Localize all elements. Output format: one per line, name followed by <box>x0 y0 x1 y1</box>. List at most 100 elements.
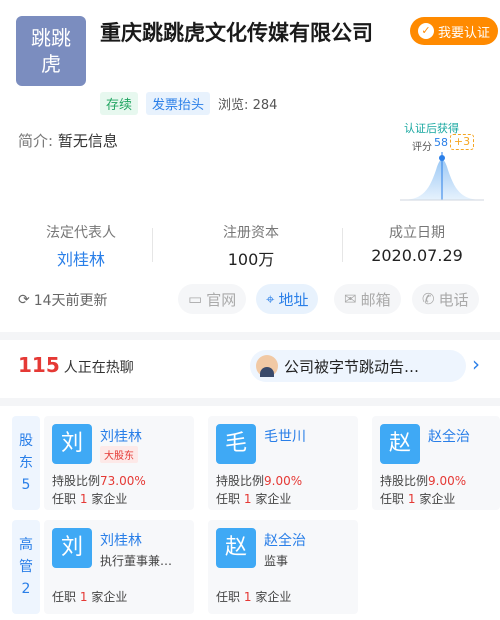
avatar <box>256 355 278 377</box>
phone-icon: ✆ <box>422 290 435 308</box>
person-name[interactable]: 赵全治 <box>428 426 470 446</box>
avatar: 赵 <box>380 424 420 464</box>
company-logo: 跳跳 虎 <box>16 16 86 86</box>
website-button[interactable]: ▭ 官网 <box>178 284 247 314</box>
shareholder-card[interactable]: 刘 刘桂林 大股东 持股比例73.00% 任职 1 家企业 <box>44 416 194 510</box>
divider <box>152 228 153 262</box>
job-prefix: 任职 <box>52 590 77 604</box>
update-text: 14天前更新 <box>33 293 108 309</box>
stat-value: 100万 <box>227 250 275 269</box>
company-intro: 简介: 暂无信息 <box>18 130 118 151</box>
job-suffix: 家企业 <box>255 492 292 506</box>
section-label-char: 东 <box>19 455 33 471</box>
update-info[interactable]: ⟳ 14天前更新 <box>18 290 108 310</box>
stat-value: 2020.07.29 <box>371 246 463 265</box>
stat-title: 法定代表人 <box>46 225 116 241</box>
established-date: 成立日期 2020.07.29 <box>352 222 482 265</box>
shareholders-section-label[interactable]: 股 东 5 <box>12 416 40 510</box>
person-role: 执行董事兼… <box>100 554 173 568</box>
person-name[interactable]: 刘桂林 <box>100 426 142 446</box>
legal-representative[interactable]: 法定代表人 刘桂林 <box>16 222 146 270</box>
mail-icon: ✉ <box>344 290 357 308</box>
score-bonus: +3 <box>450 134 474 150</box>
job-count-value: 1 <box>79 590 88 604</box>
section-count: 5 <box>21 477 31 493</box>
person-role: 监事 <box>264 554 289 568</box>
email-button[interactable]: ✉ 邮箱 <box>334 284 401 314</box>
checkmark-icon: ✓ <box>417 23 434 39</box>
score-card[interactable]: 认证后获得 评分 58 +3 <box>398 120 486 204</box>
manager-card[interactable]: 刘 刘桂林 执行董事兼… 任职 1 家企业 <box>44 520 194 614</box>
section-divider <box>0 398 500 406</box>
avatar: 刘 <box>52 424 92 464</box>
action-label: 电话 <box>438 290 469 309</box>
holding-ratio: 持股比例73.00% <box>52 472 146 489</box>
person-name[interactable]: 毛世川 <box>264 426 306 446</box>
person-name[interactable]: 赵全治 <box>264 530 306 550</box>
certify-button-label: 我要认证 <box>437 25 490 41</box>
ratio-value: 9.00% <box>428 474 467 488</box>
section-label-char: 高 <box>19 537 33 553</box>
job-count-value: 1 <box>79 492 88 506</box>
job-prefix: 任职 <box>380 492 405 506</box>
job-count: 任职 1 家企业 <box>216 490 291 507</box>
action-label: 地址 <box>278 290 309 309</box>
logo-text-line2: 虎 <box>41 52 61 76</box>
ratio-label: 持股比例 <box>380 474 429 488</box>
holding-ratio: 持股比例9.00% <box>216 472 302 489</box>
legal-representative-link[interactable]: 刘桂林 <box>16 246 146 270</box>
stat-title: 成立日期 <box>389 225 445 241</box>
views-value: 284 <box>252 98 278 113</box>
section-divider <box>0 332 500 340</box>
holding-ratio: 持股比例9.00% <box>380 472 466 489</box>
divider <box>342 228 343 262</box>
shareholder-card[interactable]: 赵 赵全治 持股比例9.00% 任职 1 家企业 <box>372 416 500 510</box>
chevron-right-icon[interactable]: › <box>472 352 480 376</box>
job-count: 任职 1 家企业 <box>52 490 127 507</box>
person-name[interactable]: 刘桂林 <box>100 530 142 550</box>
score-value: 58 <box>434 136 448 149</box>
intro-value: 暂无信息 <box>57 132 118 150</box>
intro-label: 简介: <box>18 132 54 150</box>
news-ticker[interactable]: 公司被字节跳动告… <box>250 350 466 382</box>
avatar: 毛 <box>216 424 256 464</box>
job-count: 任职 1 家企业 <box>52 588 127 605</box>
job-suffix: 家企业 <box>91 590 128 604</box>
logo-text-line1: 跳跳 <box>31 26 71 50</box>
avatar: 赵 <box>216 528 256 568</box>
invoice-tag-button[interactable]: 发票抬头 <box>146 92 211 115</box>
ratio-value: 73.00% <box>100 474 146 488</box>
refresh-icon: ⟳ <box>18 292 30 308</box>
chat-count[interactable]: 115 人正在热聊 <box>18 353 134 377</box>
job-suffix: 家企业 <box>91 492 128 506</box>
job-count: 任职 1 家企业 <box>216 588 291 605</box>
ratio-label: 持股比例 <box>52 474 101 488</box>
stat-title: 注册资本 <box>223 225 279 241</box>
ratio-value: 9.00% <box>264 474 303 488</box>
job-prefix: 任职 <box>52 492 77 506</box>
news-text: 公司被字节跳动告… <box>284 357 420 376</box>
score-distribution-chart <box>400 152 484 201</box>
chat-count-number: 115 <box>18 353 60 377</box>
status-badge: 大股东 <box>100 446 138 463</box>
views-label: 浏览: <box>218 98 249 113</box>
phone-button[interactable]: ✆ 电话 <box>412 284 479 314</box>
monitor-icon: ▭ <box>188 290 203 308</box>
registered-capital: 注册资本 100万 <box>186 222 316 270</box>
manager-card[interactable]: 赵 赵全治 监事 任职 1 家企业 <box>208 520 358 614</box>
ratio-label: 持股比例 <box>216 474 265 488</box>
job-count-value: 1 <box>407 492 416 506</box>
certify-button[interactable]: ✓ 我要认证 <box>410 17 498 45</box>
action-label: 邮箱 <box>360 290 391 309</box>
section-label-char: 股 <box>19 433 33 449</box>
address-button[interactable]: ⌖ 地址 <box>256 284 319 314</box>
job-count-value: 1 <box>243 590 252 604</box>
job-count-value: 1 <box>243 492 252 506</box>
management-section-label[interactable]: 高 管 2 <box>12 520 40 614</box>
job-suffix: 家企业 <box>255 590 292 604</box>
view-count: 浏览: 284 <box>218 94 277 113</box>
shareholder-card[interactable]: 毛 毛世川 持股比例9.00% 任职 1 家企业 <box>208 416 358 510</box>
job-prefix: 任职 <box>216 590 241 604</box>
job-suffix: 家企业 <box>419 492 456 506</box>
section-count: 2 <box>21 581 31 597</box>
